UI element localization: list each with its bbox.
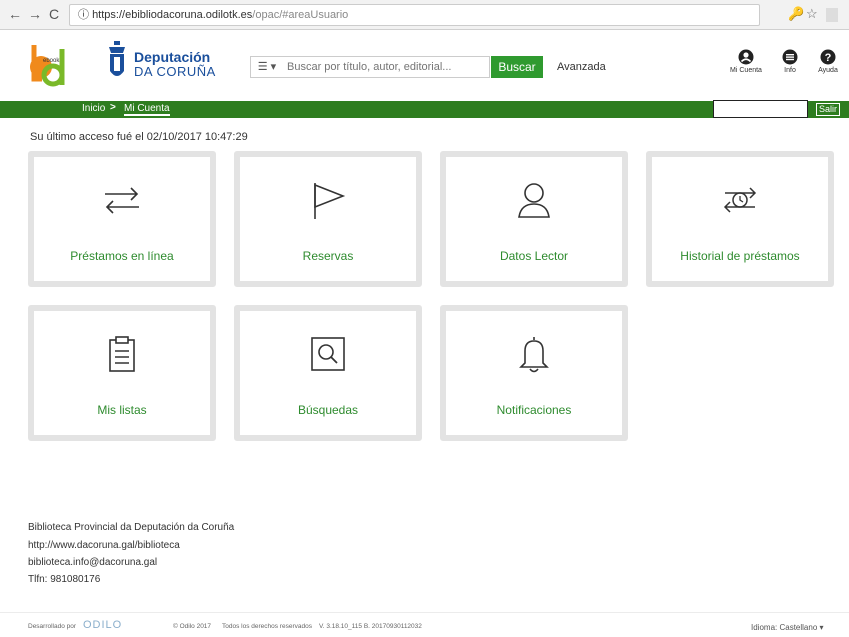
info-label: Info xyxy=(784,67,796,74)
info-button[interactable]: Info xyxy=(780,49,800,74)
copyright-text: © Odilo 2017 xyxy=(173,623,212,630)
forward-icon[interactable]: → xyxy=(28,7,42,21)
search-icon xyxy=(311,337,345,371)
library-url[interactable]: http://www.dacoruna.gal/biblioteca xyxy=(28,540,180,551)
my-account-button[interactable]: Mi Cuenta xyxy=(729,49,763,74)
info-icon[interactable]: ⓘ xyxy=(78,9,92,21)
logout-button[interactable]: Salir xyxy=(816,103,841,116)
help-button[interactable]: ? Ayuda xyxy=(814,49,842,74)
url-host: https://ebibliodacoruna.odilotk.es xyxy=(92,9,253,21)
user-name-box xyxy=(713,100,808,118)
my-account-label: Mi Cuenta xyxy=(730,67,762,74)
star-icon[interactable]: ☆ xyxy=(806,6,818,22)
search-type-dropdown[interactable]: ☰ ▾ xyxy=(251,57,283,77)
ebook-logo[interactable]: ebook xyxy=(24,39,80,91)
card-label: Historial de préstamos xyxy=(680,249,800,263)
odilo-logo[interactable]: ODILO xyxy=(83,619,122,631)
card-historial[interactable]: Historial de préstamos xyxy=(646,151,834,287)
help-icon: ? xyxy=(820,49,836,65)
coat-of-arms-icon xyxy=(109,41,125,76)
card-mis-listas[interactable]: Mis listas xyxy=(28,305,216,441)
library-email[interactable]: biblioteca.info@dacoruna.gal xyxy=(28,557,157,568)
breadcrumb-current: Mi Cuenta xyxy=(124,103,170,116)
card-label: Búsquedas xyxy=(297,403,359,417)
language-label: Idioma: xyxy=(751,623,778,632)
coruna-title: DA CORUÑA xyxy=(134,64,216,79)
version-text: V. 3.18.10_115 B. 20170930112032 xyxy=(319,623,422,630)
history-arrows-icon xyxy=(723,187,757,213)
bell-icon xyxy=(519,337,549,373)
library-name: Biblioteca Provincial da Deputación da C… xyxy=(28,522,235,533)
transfer-arrows-icon xyxy=(105,187,139,214)
language-value: Castellano xyxy=(779,623,818,632)
reload-icon[interactable]: C xyxy=(49,7,59,21)
back-icon[interactable]: ← xyxy=(8,7,22,21)
extension-icon[interactable] xyxy=(826,8,838,22)
last-access-text: Su último acceso fué el 02/10/2017 10:47… xyxy=(30,131,248,143)
card-datos-lector[interactable]: Datos Lector xyxy=(440,151,628,287)
footer-divider xyxy=(0,612,849,613)
advanced-search-link[interactable]: Avanzada xyxy=(557,61,606,73)
address-bar[interactable]: ⓘ https://ebibliodacoruna.odilotk.es/opa… xyxy=(69,4,760,26)
deputacion-title: Deputación xyxy=(134,49,211,65)
language-selector[interactable]: Idioma: Castellano ▾ xyxy=(751,623,824,632)
chevron-right-icon: > xyxy=(110,102,116,113)
svg-text:?: ? xyxy=(825,52,832,64)
card-label: Préstamos en línea xyxy=(70,249,174,263)
rights-text: Todos los derechos reservados xyxy=(222,623,312,630)
search-input[interactable] xyxy=(287,59,487,75)
search-bar: ☰ ▾ xyxy=(250,56,490,78)
card-busquedas[interactable]: Búsquedas xyxy=(234,305,422,441)
card-label: Mis listas xyxy=(97,403,147,417)
url-path: /opac/#areaUsuario xyxy=(252,9,349,21)
user-icon xyxy=(518,183,550,218)
search-button[interactable]: Buscar xyxy=(491,56,543,78)
card-label: Reservas xyxy=(302,249,354,263)
library-phone: Tlfn: 981080176 xyxy=(28,574,101,585)
card-label: Datos Lector xyxy=(499,249,569,263)
card-reservas[interactable]: Reservas xyxy=(234,151,422,287)
card-label: Notificaciones xyxy=(496,403,572,417)
breadcrumb-home[interactable]: Inicio xyxy=(82,103,105,114)
info-icon xyxy=(782,49,798,65)
flag-icon xyxy=(314,183,346,219)
user-icon xyxy=(738,49,754,65)
browser-toolbar: ← → C ⓘ https://ebibliodacoruna.odilotk.… xyxy=(0,0,849,30)
logo-text: ebook xyxy=(43,58,60,64)
developed-by-text: Desarrollado por xyxy=(28,623,77,630)
site-header: ebook Deputación DA CORUÑA ☰ ▾ Buscar Av… xyxy=(0,31,849,101)
card-prestamos[interactable]: Préstamos en línea xyxy=(28,151,216,287)
chevron-down-icon: ▾ xyxy=(819,623,824,632)
key-icon[interactable]: 🔑 xyxy=(788,6,804,22)
clipboard-icon xyxy=(109,336,135,372)
help-label: Ayuda xyxy=(818,67,838,74)
card-notificaciones[interactable]: Notificaciones xyxy=(440,305,628,441)
